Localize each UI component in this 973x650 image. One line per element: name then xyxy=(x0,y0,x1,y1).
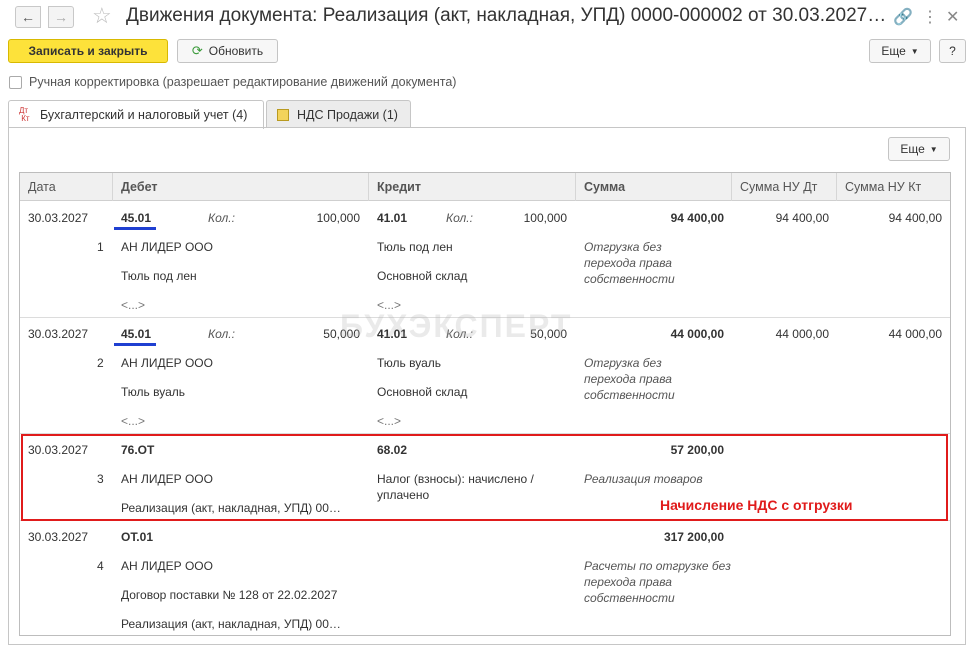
debit-subconto-1: АН ЛИДЕР ООО xyxy=(121,240,213,254)
chevron-down-icon: ▼ xyxy=(910,46,919,56)
row-sum-nu-kt: 44 000,00 xyxy=(888,327,942,341)
credit-subconto-1: Тюль под лен xyxy=(377,240,453,254)
debit-qty-label: Кол.: xyxy=(208,211,235,225)
debit-subconto-2: Тюль вуаль xyxy=(121,385,186,399)
debit-qty: 100,000 xyxy=(316,211,360,225)
save-and-close-button[interactable]: Записать и закрыть xyxy=(8,39,168,63)
row-sum-note: Отгрузка без перехода права собственност… xyxy=(584,356,675,402)
link-icon[interactable]: 🔗 xyxy=(893,7,913,27)
panel-more-button[interactable]: Еще ▼ xyxy=(888,137,950,161)
row-sum: 44 000,00 xyxy=(670,327,724,341)
annotation-text: Начисление НДС с отгрузки xyxy=(660,497,853,513)
manual-adjust-row: Ручная корректировка (разрешает редактир… xyxy=(9,75,456,89)
row-number: 4 xyxy=(97,559,104,573)
postings-table: Дата Дебет Кредит Сумма Сумма НУ Дт Сумм… xyxy=(19,172,951,636)
tab-accounting[interactable]: Дт Кт Бухгалтерский и налоговый учет (4) xyxy=(8,100,264,129)
tab-vat-sales-label: НДС Продажи (1) xyxy=(297,107,398,122)
row-number: 2 xyxy=(97,356,104,370)
row-sum-nu-dt: 94 400,00 xyxy=(775,211,829,225)
row-sum: 94 400,00 xyxy=(670,211,724,225)
debit-subconto-1: АН ЛИДЕР ООО xyxy=(121,356,213,370)
account-underline xyxy=(114,227,156,230)
account-underline xyxy=(114,343,156,346)
credit-subconto-2: Основной склад xyxy=(377,385,468,399)
arrow-right-icon: → xyxy=(54,9,68,25)
credit-qty: 100,000 xyxy=(523,211,567,225)
more-button[interactable]: Еще ▼ xyxy=(869,39,931,63)
table-row[interactable]: 30.03.2027 4 ОТ.01 АН ЛИДЕР ООО Договор … xyxy=(20,521,950,635)
row-sum-nu-dt: 44 000,00 xyxy=(775,327,829,341)
debit-subconto-1: АН ЛИДЕР ООО xyxy=(121,559,213,573)
row-sum-nu-kt: 94 400,00 xyxy=(888,211,942,225)
row-sum-note: Отгрузка без перехода права собственност… xyxy=(584,240,675,286)
column-credit[interactable]: Кредит xyxy=(369,173,576,201)
manual-adjust-label: Ручная корректировка (разрешает редактир… xyxy=(29,75,457,89)
debit-subconto-3: <...> xyxy=(121,298,146,312)
debit-account: 45.01 xyxy=(121,211,152,225)
debit-account: 45.01 xyxy=(121,327,152,341)
back-button[interactable]: ← xyxy=(15,6,41,28)
title-bar: ← → ☆ Движения документа: Реализация (ак… xyxy=(0,0,973,34)
manual-adjust-checkbox[interactable] xyxy=(9,75,22,89)
chevron-down-icon: ▼ xyxy=(929,144,938,154)
row-sum: 317 200,00 xyxy=(663,530,724,544)
credit-subconto-1: Тюль вуаль xyxy=(377,356,442,370)
debit-subconto-3: <...> xyxy=(121,414,146,428)
window-title: Движения документа: Реализация (акт, нак… xyxy=(126,5,886,26)
column-sum[interactable]: Сумма xyxy=(576,173,732,201)
row-date: 30.03.2027 xyxy=(28,530,89,544)
credit-subconto-3: <...> xyxy=(377,414,402,428)
debit-subconto-3: Реализация (акт, накладная, УПД) 00… xyxy=(121,617,341,631)
debit-credit-icon: Дт Кт xyxy=(19,106,30,123)
forward-button[interactable]: → xyxy=(48,6,74,28)
tab-vat-sales[interactable]: НДС Продажи (1) xyxy=(266,100,411,128)
credit-qty-label: Кол.: xyxy=(446,211,473,225)
column-date[interactable]: Дата xyxy=(20,173,113,201)
register-icon xyxy=(277,108,289,121)
arrow-left-icon: ← xyxy=(21,9,35,25)
favorite-star-icon[interactable]: ☆ xyxy=(92,3,112,29)
column-debit[interactable]: Дебет xyxy=(113,173,369,201)
help-button[interactable]: ? xyxy=(939,39,966,63)
watermark-logo: БУХЭКСПЕРТ xyxy=(340,308,573,344)
panel-more-label: Еще xyxy=(900,142,925,156)
row-date: 30.03.2027 xyxy=(28,327,89,341)
refresh-button[interactable]: ⟳ Обновить xyxy=(177,39,278,63)
debit-subconto-2: Договор поставки № 128 от 22.02.2027 xyxy=(121,588,338,602)
column-sum-nu-kt[interactable]: Сумма НУ Кт xyxy=(837,173,950,201)
close-icon[interactable]: ✕ xyxy=(946,7,959,27)
more-label: Еще xyxy=(881,44,906,58)
credit-account: 41.01 xyxy=(377,211,408,225)
row-number: 1 xyxy=(97,240,104,254)
table-row[interactable]: 30.03.2027 1 45.01 Кол.: 100,000 АН ЛИДЕ… xyxy=(20,202,950,318)
credit-subconto-2: Основной склад xyxy=(377,269,468,283)
more-vertical-icon[interactable]: ⋮ xyxy=(922,7,938,27)
row-sum-note: Расчеты по отгрузке без перехода права с… xyxy=(584,559,731,605)
row-date: 30.03.2027 xyxy=(28,211,89,225)
tab-accounting-label: Бухгалтерский и налоговый учет (4) xyxy=(40,108,248,122)
refresh-icon: ⟳ xyxy=(191,43,203,58)
refresh-label: Обновить xyxy=(208,44,264,58)
debit-subconto-2: Тюль под лен xyxy=(121,269,197,283)
table-header: Дата Дебет Кредит Сумма Сумма НУ Дт Сумм… xyxy=(20,173,950,201)
column-sum-nu-dt[interactable]: Сумма НУ Дт xyxy=(732,173,837,201)
debit-qty-label: Кол.: xyxy=(208,327,235,341)
debit-account: ОТ.01 xyxy=(121,530,153,544)
